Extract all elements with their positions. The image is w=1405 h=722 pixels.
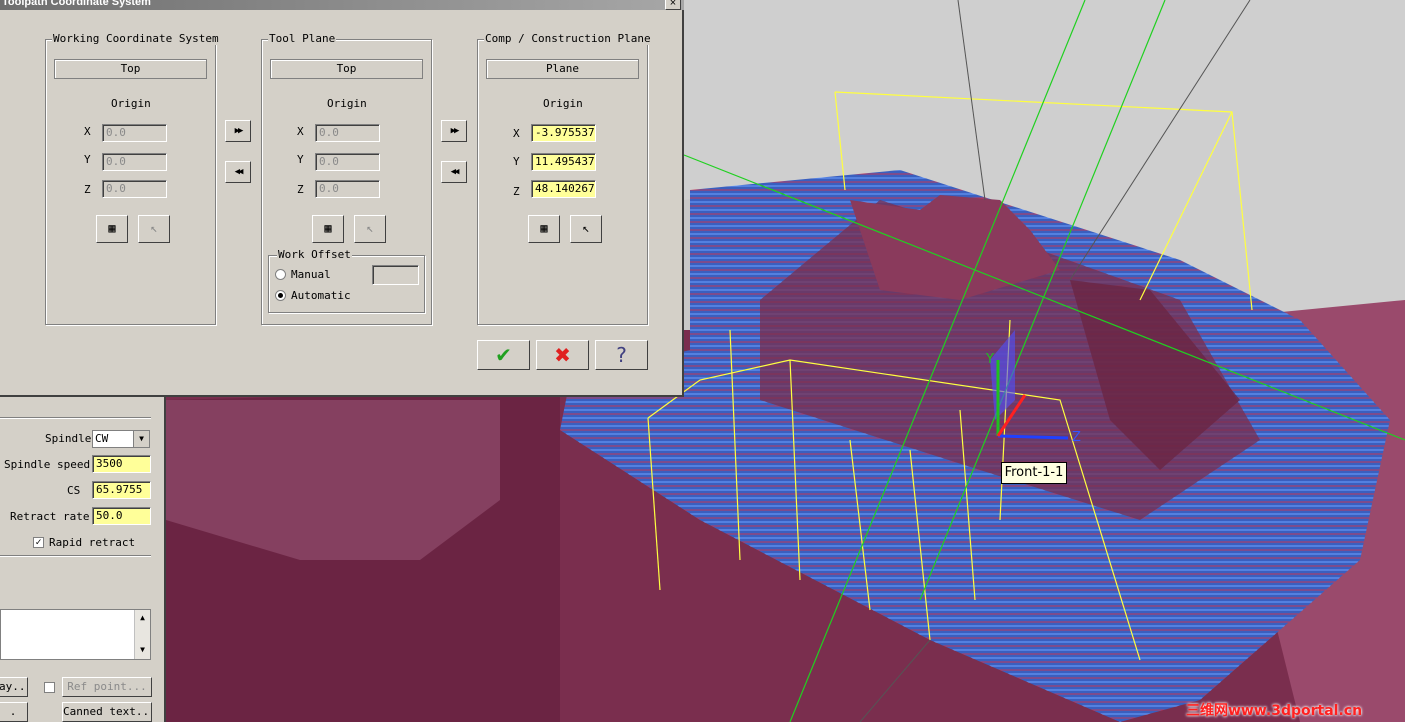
- work-offset-manual-radio[interactable]: [275, 269, 286, 280]
- spindle-select[interactable]: CW ▼: [92, 430, 150, 448]
- misc-button[interactable]: .: [0, 702, 28, 722]
- panel-separator-mid: [0, 555, 151, 557]
- ref-point-button[interactable]: Ref point...: [62, 677, 152, 697]
- wcs-grid-button[interactable]: ▦: [96, 215, 128, 243]
- wcs-group: Working Coordinate System Top Origin X 0…: [45, 33, 220, 325]
- parameters-panel: Spindle CW ▼ Spindle speed: 3500 CS 65.9…: [0, 397, 166, 722]
- tool-plane-group: Tool Plane Top Origin X 0.0 Y 0.0 Z 0.0 …: [261, 33, 432, 325]
- wcs-view-button[interactable]: Top: [54, 59, 207, 79]
- retract-rate-label: Retract rate:: [10, 510, 97, 523]
- cs-label: CS: [67, 484, 81, 497]
- wcs-title: Working Coordinate System: [52, 32, 220, 45]
- wcs-x-label: X: [84, 125, 91, 138]
- watermark: 三维网www.3dportal.cn: [1186, 703, 1363, 719]
- comp-plane-title: Comp / Construction Plane: [484, 32, 652, 45]
- copy-left-2-button[interactable]: ◀◀: [441, 161, 467, 183]
- retract-rate-field[interactable]: 50.0: [92, 507, 151, 525]
- tool-plane-x-field[interactable]: 0.0: [315, 124, 380, 142]
- comp-plane-y-label: Y: [513, 155, 520, 168]
- comp-plane-z-field[interactable]: 48.140267: [531, 180, 596, 198]
- view-tooltip: Front-1-1: [1001, 462, 1067, 484]
- wcs-x-field[interactable]: 0.0: [102, 124, 167, 142]
- comp-plane-origin-label: Origin: [543, 97, 583, 110]
- tool-plane-origin-label: Origin: [327, 97, 367, 110]
- tool-plane-pointer-button[interactable]: ↖: [354, 215, 386, 243]
- help-button[interactable]: ?: [595, 340, 648, 370]
- cancel-button[interactable]: ✖: [536, 340, 589, 370]
- comp-plane-z-label: Z: [513, 185, 520, 198]
- tool-plane-title: Tool Plane: [268, 32, 337, 45]
- spindle-speed-label: Spindle speed:: [4, 458, 97, 471]
- canned-text-button[interactable]: Canned text...: [62, 702, 152, 722]
- work-offset-group: Work Offset Manual Automatic: [268, 249, 425, 313]
- tool-plane-y-label: Y: [297, 153, 304, 166]
- close-button[interactable]: ×: [665, 0, 681, 10]
- ref-point-checkbox[interactable]: [44, 682, 55, 693]
- work-offset-automatic-radio[interactable]: [275, 290, 286, 301]
- axis-y-label: Y: [986, 352, 994, 367]
- rapid-retract-checkbox[interactable]: ✓: [33, 537, 44, 548]
- work-offset-title: Work Offset: [277, 248, 352, 261]
- work-offset-field[interactable]: [372, 265, 419, 285]
- wcs-y-field[interactable]: 0.0: [102, 153, 167, 171]
- dialog-titlebar[interactable]: Toolpath Coordinate System: [0, 0, 684, 10]
- axis-z-label: Z: [1072, 430, 1081, 445]
- comp-plane-y-field[interactable]: 11.495437: [531, 153, 596, 171]
- comp-plane-pointer-button[interactable]: ↖: [570, 215, 602, 243]
- spindle-speed-field[interactable]: 3500: [92, 455, 151, 473]
- panel-separator-top: [0, 417, 151, 419]
- tool-plane-grid-button[interactable]: ▦: [312, 215, 344, 243]
- wcs-z-label: Z: [84, 183, 91, 196]
- comment-textarea[interactable]: ▲ ▼: [0, 609, 151, 660]
- comp-plane-grid-button[interactable]: ▦: [528, 215, 560, 243]
- chevron-down-icon[interactable]: ▼: [133, 431, 149, 447]
- comp-plane-view-button[interactable]: Plane: [486, 59, 639, 79]
- spindle-label: Spindle: [45, 432, 92, 445]
- dialog-title: Toolpath Coordinate System: [2, 0, 151, 8]
- copy-right-1-button[interactable]: ▶▶: [225, 120, 251, 142]
- display-button[interactable]: ay...: [0, 677, 28, 697]
- comp-plane-group: Comp / Construction Plane Plane Origin X…: [477, 33, 652, 325]
- wcs-origin-label: Origin: [111, 97, 151, 110]
- comp-plane-x-field[interactable]: -3.975537: [531, 124, 596, 142]
- cs-field[interactable]: 65.9755: [92, 481, 151, 499]
- tool-plane-x-label: X: [297, 125, 304, 138]
- tool-plane-view-button[interactable]: Top: [270, 59, 423, 79]
- work-offset-manual-label[interactable]: Manual: [291, 269, 331, 281]
- tool-plane-y-field[interactable]: 0.0: [315, 153, 380, 171]
- tool-plane-z-label: Z: [297, 183, 304, 196]
- comp-plane-x-label: X: [513, 127, 520, 140]
- toolpath-coordinate-dialog: Toolpath Coordinate System × Working Coo…: [0, 0, 684, 397]
- tool-plane-z-field[interactable]: 0.0: [315, 180, 380, 198]
- wcs-z-field[interactable]: 0.0: [102, 180, 167, 198]
- copy-left-1-button[interactable]: ◀◀: [225, 161, 251, 183]
- wcs-y-label: Y: [84, 153, 91, 166]
- rapid-retract-label[interactable]: Rapid retract: [49, 537, 135, 549]
- spindle-select-value: CW: [95, 432, 109, 445]
- wcs-pointer-button[interactable]: ↖: [138, 215, 170, 243]
- copy-right-2-button[interactable]: ▶▶: [441, 120, 467, 142]
- ok-button[interactable]: ✔: [477, 340, 530, 370]
- textarea-scrollbar[interactable]: ▲ ▼: [134, 610, 150, 659]
- work-offset-automatic-label[interactable]: Automatic: [291, 290, 351, 302]
